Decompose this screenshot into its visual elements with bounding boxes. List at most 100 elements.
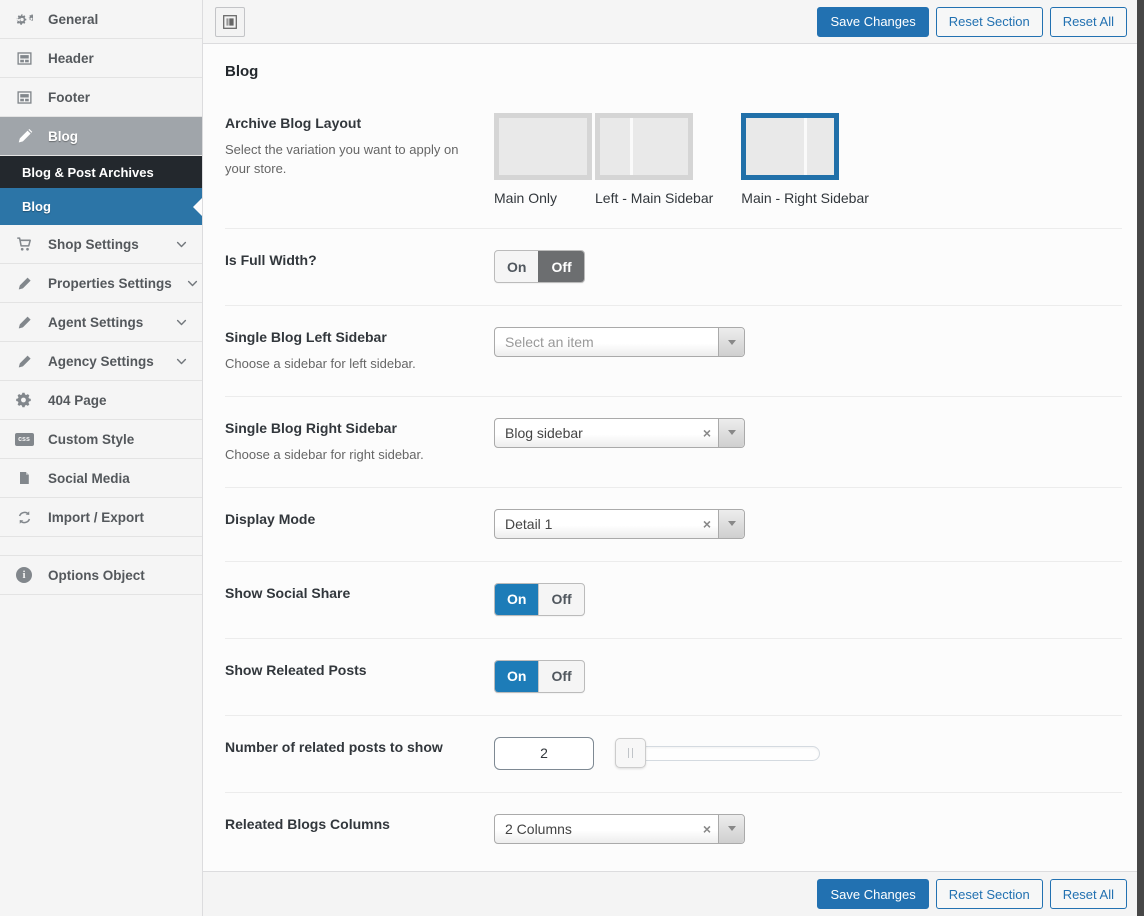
setting-label: Show Releated Posts xyxy=(225,662,474,678)
chevron-down-icon[interactable] xyxy=(718,328,744,356)
chevron-down-icon[interactable] xyxy=(718,510,744,538)
info-icon: i xyxy=(14,565,34,585)
setting-description: Choose a sidebar for right sidebar. xyxy=(225,446,474,465)
select-placeholder: Select an item xyxy=(495,334,718,350)
sidebar: General Header Footer Blog Blog & Post A… xyxy=(0,0,203,916)
sidebar-item-blog[interactable]: Blog xyxy=(0,117,202,156)
sidebar-subitem-blog-post-archives[interactable]: Blog & Post Archives xyxy=(0,156,202,188)
setting-row-full-width: Is Full Width? On Off xyxy=(225,229,1122,306)
slider-handle[interactable] xyxy=(615,738,646,768)
toggle-off-button[interactable]: Off xyxy=(538,584,583,615)
setting-row-left-sidebar: Single Blog Left Sidebar Choose a sideba… xyxy=(225,306,1122,397)
chevron-down-icon xyxy=(175,238,188,251)
setting-description: Select the variation you want to apply o… xyxy=(225,141,474,179)
sidebar-item-label: 404 Page xyxy=(48,393,188,408)
related-posts-toggle: On Off xyxy=(494,660,585,693)
sidebar-item-label: Agency Settings xyxy=(48,354,161,369)
refresh-icon xyxy=(14,507,34,527)
settings-content: Blog Archive Blog Layout Select the vari… xyxy=(203,44,1137,871)
sidebar-item-label: Header xyxy=(48,51,188,66)
select-value: Detail 1 xyxy=(495,516,703,532)
reset-all-button-bottom[interactable]: Reset All xyxy=(1050,879,1127,909)
pencil-icon xyxy=(14,351,34,371)
display-mode-select[interactable]: Detail 1 × xyxy=(494,509,745,539)
sidebar-item-import-export[interactable]: Import / Export xyxy=(0,498,202,537)
chevron-down-icon xyxy=(175,355,188,368)
top-toolbar: Save Changes Reset Section Reset All xyxy=(203,0,1137,44)
chevron-down-icon[interactable] xyxy=(718,419,744,447)
setting-label: Releated Blogs Columns xyxy=(225,816,474,832)
setting-label: Single Blog Left Sidebar xyxy=(225,329,474,345)
footer-layout-icon xyxy=(14,87,34,107)
toggle-off-button[interactable]: Off xyxy=(538,661,583,692)
sidebar-subitem-blog[interactable]: Blog xyxy=(0,188,202,225)
page-title: Blog xyxy=(225,63,1122,80)
right-sidebar-select[interactable]: Blog sidebar × xyxy=(494,418,745,448)
clear-icon[interactable]: × xyxy=(703,517,711,531)
sidebar-item-footer[interactable]: Footer xyxy=(0,78,202,117)
sidebar-item-404-page[interactable]: 404 Page xyxy=(0,381,202,420)
sidebar-item-general[interactable]: General xyxy=(0,0,202,39)
cart-icon xyxy=(14,234,34,254)
expand-options-button[interactable] xyxy=(215,7,245,37)
full-width-toggle: On Off xyxy=(494,250,585,283)
sidebar-item-label: General xyxy=(48,12,188,27)
setting-label: Show Social Share xyxy=(225,585,474,601)
sidebar-item-agency-settings[interactable]: Agency Settings xyxy=(0,342,202,381)
sidebar-item-header[interactable]: Header xyxy=(0,39,202,78)
setting-description: Choose a sidebar for left sidebar. xyxy=(225,355,474,374)
sidebar-item-label: Social Media xyxy=(48,471,188,486)
pencil-icon xyxy=(14,126,34,146)
related-columns-select[interactable]: 2 Columns × xyxy=(494,814,745,844)
sidebar-item-label: Custom Style xyxy=(48,432,188,447)
sidebar-item-label: Blog xyxy=(48,129,188,144)
sidebar-item-shop-settings[interactable]: Shop Settings xyxy=(0,225,202,264)
gear-icon xyxy=(14,390,34,410)
setting-row-display-mode: Display Mode Detail 1 × xyxy=(225,488,1122,562)
sidebar-item-label: Properties Settings xyxy=(48,276,172,291)
document-icon xyxy=(14,468,34,488)
layout-option-main-only[interactable]: Main Only xyxy=(494,113,592,206)
sidebar-spacer xyxy=(0,537,202,556)
sidebar-item-custom-style[interactable]: css Custom Style xyxy=(0,420,202,459)
toggle-on-button[interactable]: On xyxy=(495,251,538,282)
setting-row-archive-blog-layout: Archive Blog Layout Select the variation… xyxy=(225,92,1122,229)
reset-all-button[interactable]: Reset All xyxy=(1050,7,1127,37)
sidebar-item-label: Agent Settings xyxy=(48,315,161,330)
clear-icon[interactable]: × xyxy=(703,822,711,836)
chevron-down-icon xyxy=(186,277,199,290)
sidebar-item-agent-settings[interactable]: Agent Settings xyxy=(0,303,202,342)
layout-option-main-right-sidebar[interactable]: Main - Right Sidebar xyxy=(741,113,869,206)
toolbar-actions: Save Changes Reset Section Reset All xyxy=(817,7,1127,37)
reset-section-button-bottom[interactable]: Reset Section xyxy=(936,879,1043,909)
main-panel: Save Changes Reset Section Reset All Blo… xyxy=(203,0,1137,916)
active-item-arrow xyxy=(193,198,202,216)
sidebar-item-social-media[interactable]: Social Media xyxy=(0,459,202,498)
clear-icon[interactable]: × xyxy=(703,426,711,440)
options-panel: General Header Footer Blog Blog & Post A… xyxy=(0,0,1144,916)
toggle-off-button[interactable]: Off xyxy=(538,251,583,282)
sidebar-item-label: Shop Settings xyxy=(48,237,161,252)
sidebar-subitem-label: Blog & Post Archives xyxy=(22,165,188,180)
related-count-slider[interactable] xyxy=(617,746,820,761)
select-value: Blog sidebar xyxy=(495,425,703,441)
layout-option-left-main-sidebar[interactable]: Left - Main Sidebar xyxy=(595,113,713,206)
chevron-down-icon[interactable] xyxy=(718,815,744,843)
sidebar-item-properties-settings[interactable]: Properties Settings xyxy=(0,264,202,303)
save-changes-button[interactable]: Save Changes xyxy=(817,7,928,37)
sidebar-item-options-object[interactable]: i Options Object xyxy=(0,556,202,595)
save-changes-button-bottom[interactable]: Save Changes xyxy=(817,879,928,909)
toggle-on-button[interactable]: On xyxy=(495,661,538,692)
pencil-icon xyxy=(14,312,34,332)
sidebar-item-label: Options Object xyxy=(48,568,188,583)
setting-label: Display Mode xyxy=(225,511,474,527)
layout-thumbnail xyxy=(741,113,839,180)
setting-label: Single Blog Right Sidebar xyxy=(225,420,474,436)
reset-section-button[interactable]: Reset Section xyxy=(936,7,1043,37)
toggle-on-button[interactable]: On xyxy=(495,584,538,615)
setting-row-related-count: Number of related posts to show xyxy=(225,716,1122,793)
css-icon: css xyxy=(14,429,34,449)
left-sidebar-select[interactable]: Select an item xyxy=(494,327,745,357)
sidebar-subitem-label: Blog xyxy=(22,199,188,214)
related-count-input[interactable] xyxy=(494,737,594,770)
